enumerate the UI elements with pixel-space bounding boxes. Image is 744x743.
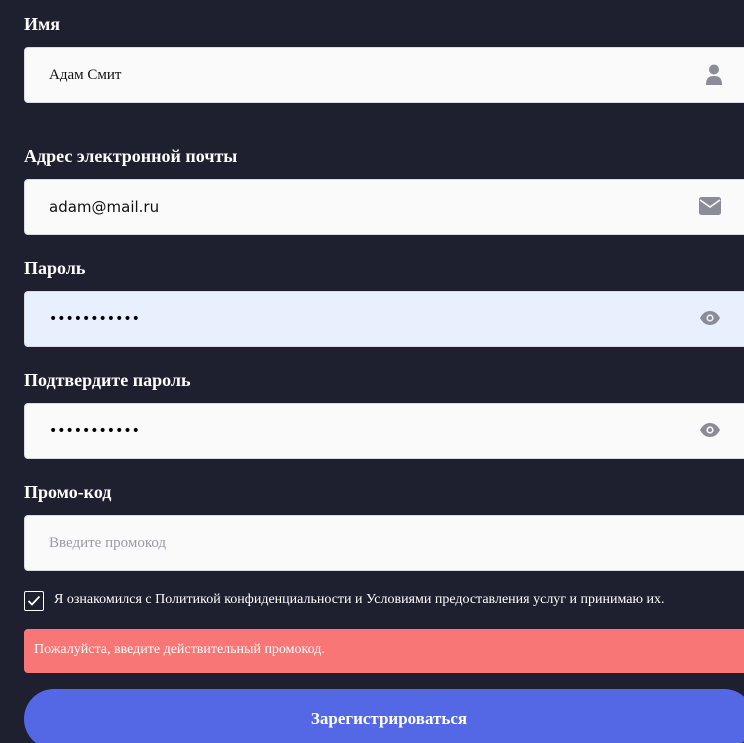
name-field[interactable] xyxy=(24,47,744,103)
email-input[interactable] xyxy=(49,180,669,234)
promo-input[interactable] xyxy=(49,516,669,570)
eye-icon[interactable] xyxy=(699,422,725,448)
password-input[interactable] xyxy=(49,292,669,346)
error-alert: Пожалуйста, введите действительный промо… xyxy=(24,629,744,673)
confirm-password-input[interactable] xyxy=(49,404,669,458)
email-label: Адрес электронной почты xyxy=(24,146,238,166)
confirm-password-field[interactable] xyxy=(24,403,744,459)
name-input[interactable] xyxy=(49,48,669,102)
register-button[interactable]: Зарегистрироваться xyxy=(24,689,744,743)
name-label: Имя xyxy=(24,14,60,34)
checkmark-icon xyxy=(27,595,41,606)
terms-checkbox[interactable] xyxy=(24,591,44,611)
terms-row: Я ознакомился с Политикой конфиденциальн… xyxy=(24,591,744,611)
password-field[interactable] xyxy=(24,291,744,347)
password-label: Пароль xyxy=(24,258,86,278)
confirm-password-label: Подтвердите пароль xyxy=(24,370,191,390)
terms-text: Я ознакомился с Политикой конфиденциальн… xyxy=(54,592,665,607)
promo-field[interactable] xyxy=(24,515,744,571)
email-field[interactable] xyxy=(24,179,744,235)
envelope-icon xyxy=(698,195,724,221)
error-message: Пожалуйста, введите действительный промо… xyxy=(34,642,325,657)
promo-label: Промо-код xyxy=(24,482,112,502)
registration-form: Имя Адрес электронной почты Пароль xyxy=(0,0,744,743)
register-button-label: Зарегистрироваться xyxy=(310,709,468,728)
user-icon xyxy=(703,63,729,89)
eye-icon[interactable] xyxy=(699,310,725,336)
